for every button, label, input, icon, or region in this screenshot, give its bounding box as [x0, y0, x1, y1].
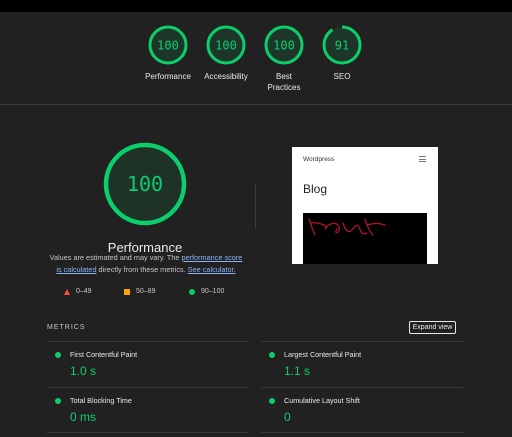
gauge-performance[interactable]: 100 Performance	[136, 24, 200, 82]
gauge-label: Performance	[145, 72, 191, 81]
performance-note: Values are estimated and may vary. The p…	[48, 252, 244, 275]
gauge-best-practices[interactable]: 100 Best Practices	[252, 24, 316, 93]
metric-value: 0	[284, 410, 291, 424]
metric-divider	[47, 387, 248, 388]
legend-label: 90–100	[201, 288, 225, 295]
gauge-label: Accessibility	[204, 72, 248, 81]
post-image	[303, 213, 427, 264]
gauge-accessibility[interactable]: 100 Accessibility	[194, 24, 258, 82]
legend-fail: 0–49	[64, 288, 92, 295]
metric-label: First Contentful Paint	[70, 350, 138, 359]
metric-divider	[47, 341, 248, 342]
pass-circle-icon	[269, 398, 275, 404]
gauge-label: Best Practices	[267, 72, 301, 92]
hamburger-icon	[419, 156, 426, 164]
metric-divider	[261, 387, 463, 388]
metric-value: 1.0 s	[70, 364, 97, 378]
gauge-ring: 100	[206, 25, 246, 65]
legend-pass: 90–100	[189, 288, 224, 295]
pass-circle-icon	[55, 398, 61, 404]
metric-label: Total Blocking Time	[70, 396, 132, 405]
gauge-ring: 91	[322, 25, 362, 65]
section-divider	[0, 104, 512, 105]
metric-divider	[261, 432, 463, 433]
metric-label: Cumulative Layout Shift	[284, 396, 360, 405]
legend-label: 0–49	[76, 288, 92, 295]
gauge-ring: 100	[264, 25, 304, 65]
metrics-heading: METRICS	[47, 324, 86, 331]
handwriting-image	[308, 218, 386, 236]
metric-value: 1.1 s	[284, 364, 311, 378]
metric-divider	[261, 341, 463, 342]
score-summary: 100 Performance 100 Accessibility 100 Be…	[0, 12, 512, 104]
metric-value: 0 ms	[70, 410, 97, 424]
svg-text:100: 100	[215, 39, 237, 53]
metric-divider	[47, 432, 248, 433]
note-text: Values are estimated and may vary. The	[49, 253, 182, 262]
expand-view-button[interactable]: Expand view	[409, 321, 456, 334]
svg-text:91: 91	[335, 39, 349, 53]
note-text: directly from these metrics.	[96, 264, 188, 274]
top-bar	[0, 0, 512, 12]
performance-section: 100 Performance	[40, 140, 250, 255]
calculator-link[interactable]: See calculator.	[188, 265, 236, 274]
post-title: Blog	[303, 182, 328, 196]
svg-text:100: 100	[127, 172, 163, 196]
metric-label: Largest Contentful Paint	[284, 350, 362, 359]
performance-gauge: 100	[103, 142, 187, 226]
pass-circle-icon	[269, 352, 275, 358]
legend-label: 50–89	[136, 288, 156, 295]
gauge-ring: 100	[148, 25, 188, 65]
page-screenshot: Wordpress Blog	[292, 147, 438, 264]
circle-icon	[189, 288, 195, 295]
triangle-icon	[64, 288, 70, 295]
svg-text:100: 100	[273, 39, 295, 53]
gauge-label: SEO	[333, 72, 351, 81]
square-icon	[124, 288, 130, 295]
svg-text:100: 100	[157, 39, 179, 53]
vertical-divider	[255, 184, 256, 228]
site-title: Wordpress	[303, 156, 335, 163]
pass-circle-icon	[55, 352, 61, 358]
legend-average: 50–89	[124, 288, 155, 295]
gauge-seo[interactable]: 91 SEO	[310, 24, 374, 82]
